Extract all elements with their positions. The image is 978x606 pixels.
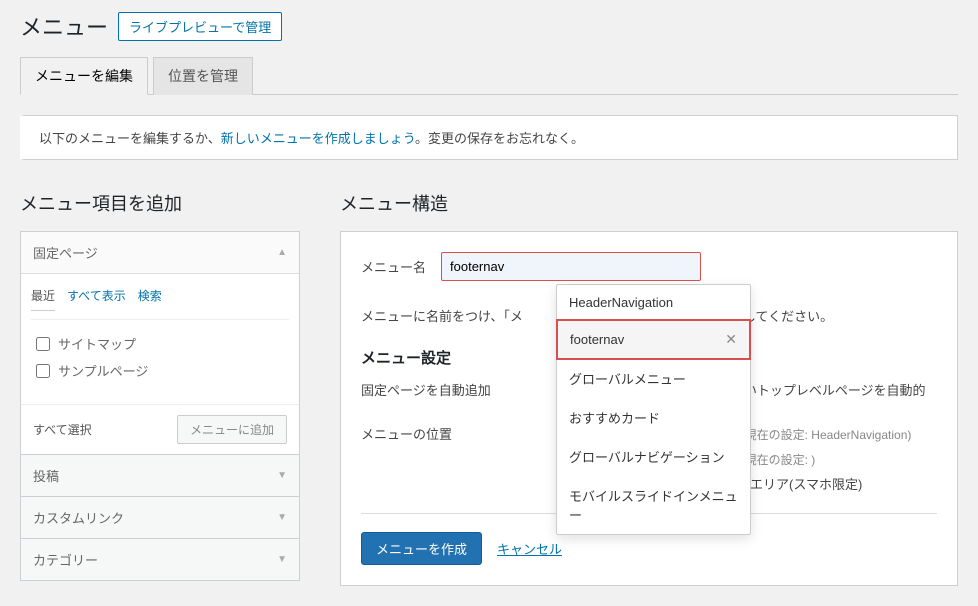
autocomplete-item-selected[interactable]: footernav ✕ <box>556 319 751 360</box>
notice-text-after: 。変更の保存をお忘れなく。 <box>415 131 584 146</box>
notice: 以下のメニューを編集するか、新しいメニューを作成しましょう。変更の保存をお忘れな… <box>20 115 958 160</box>
accordion-section-categories[interactable]: カテゴリー ▼ <box>21 538 299 580</box>
page-checkbox[interactable] <box>36 364 50 378</box>
auto-add-label: 固定ページを自動追加 <box>361 380 521 399</box>
autocomplete-dropdown: HeaderNavigation footernav ✕ グローバルメニュー お… <box>556 284 751 535</box>
desc-text-before: メニューに名前をつけ、「メ <box>361 306 523 325</box>
tab-manage-locations[interactable]: 位置を管理 <box>153 57 253 95</box>
page-item-sitemap[interactable]: サイトマップ <box>36 330 284 357</box>
accordion-label: カテゴリー <box>33 550 98 569</box>
subtab-all[interactable]: すべて表示 <box>67 287 126 311</box>
page-label: サンプルページ <box>58 361 148 380</box>
autocomplete-item[interactable]: グローバルナビゲーション <box>557 437 750 476</box>
menu-structure-heading: メニュー構造 <box>340 190 958 216</box>
menu-name-label: メニュー名 <box>361 257 426 276</box>
nav-tabs: メニューを編集 位置を管理 <box>20 57 958 95</box>
subtab-search[interactable]: 検索 <box>138 287 162 311</box>
autocomplete-item[interactable]: モバイルスライドインメニュー <box>557 476 750 534</box>
cancel-link[interactable]: キャンセル <box>497 539 562 558</box>
live-preview-button[interactable]: ライブプレビューで管理 <box>118 12 282 41</box>
create-menu-button[interactable]: メニューを作成 <box>361 532 482 565</box>
accordion-section-posts[interactable]: 投稿 ▼ <box>21 454 299 496</box>
accordion-body-pages: 最近 すべて表示 検索 サイトマップ サンプルページ <box>21 273 299 454</box>
autocomplete-label: footernav <box>570 332 624 347</box>
add-items-heading: メニュー項目を追加 <box>20 190 300 216</box>
select-all-link[interactable]: すべて選択 <box>33 421 92 438</box>
autocomplete-label: モバイルスライドインメニュー <box>569 486 738 524</box>
menu-name-input[interactable] <box>441 252 701 281</box>
chevron-down-icon: ▼ <box>277 470 287 481</box>
autocomplete-label: グローバルメニュー <box>569 369 686 388</box>
tab-edit-menus[interactable]: メニューを編集 <box>20 57 148 95</box>
location-note: (現在の設定: HeaderNavigation) <box>741 428 912 442</box>
notice-text-before: 以下のメニューを編集するか、 <box>39 131 221 146</box>
page-label: サイトマップ <box>58 334 136 353</box>
accordion-label: 固定ページ <box>33 243 98 262</box>
accordion-label: 投稿 <box>33 466 59 485</box>
desc-text-after: してください。 <box>743 306 833 325</box>
page-title: メニュー <box>20 10 108 42</box>
add-to-menu-button[interactable]: メニューに追加 <box>177 415 287 444</box>
autocomplete-item[interactable]: おすすめカード <box>557 398 750 437</box>
chevron-down-icon: ▼ <box>277 512 287 523</box>
create-new-menu-link[interactable]: 新しいメニューを作成しましょう <box>221 131 415 146</box>
accordion: 固定ページ ▲ 最近 すべて表示 検索 サイトマップ <box>20 231 300 581</box>
chevron-down-icon: ▼ <box>277 554 287 565</box>
autocomplete-label: HeaderNavigation <box>569 295 673 310</box>
autocomplete-label: グローバルナビゲーション <box>569 447 725 466</box>
menu-panel: メニュー名 HeaderNavigation footernav ✕ グローバル… <box>340 231 958 586</box>
autocomplete-item[interactable]: HeaderNavigation <box>557 285 750 320</box>
accordion-section-custom-links[interactable]: カスタムリンク ▼ <box>21 496 299 538</box>
accordion-section-pages[interactable]: 固定ページ ▲ <box>21 232 299 273</box>
chevron-up-icon: ▲ <box>277 247 287 258</box>
close-icon[interactable]: ✕ <box>725 331 737 348</box>
subtab-recent[interactable]: 最近 <box>31 287 55 311</box>
accordion-label: カスタムリンク <box>33 508 124 527</box>
location-note: (現在の設定: ) <box>741 453 816 467</box>
autocomplete-label: おすすめカード <box>569 408 660 427</box>
page-item-sample[interactable]: サンプルページ <box>36 357 284 384</box>
autocomplete-item[interactable]: グローバルメニュー <box>557 359 750 398</box>
menu-location-label: メニューの位置 <box>361 424 521 443</box>
page-checkbox[interactable] <box>36 337 50 351</box>
